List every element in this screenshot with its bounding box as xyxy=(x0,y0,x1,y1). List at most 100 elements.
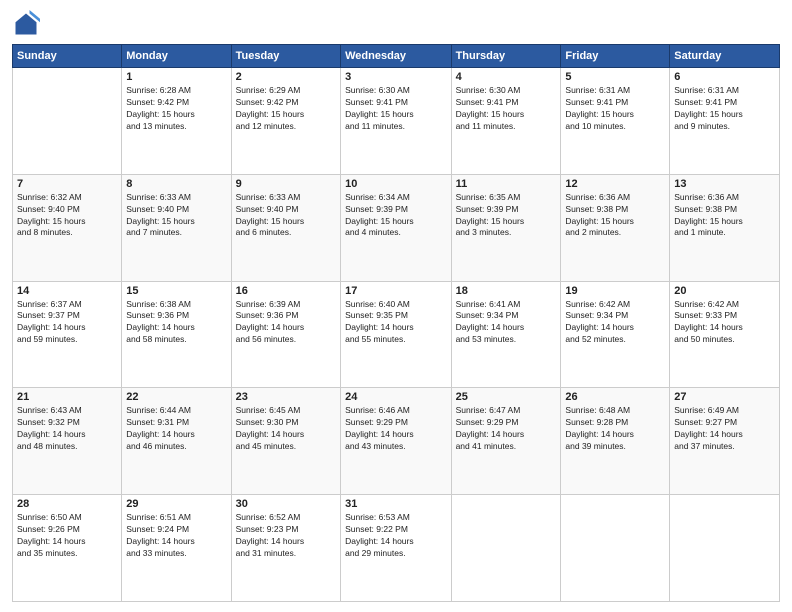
cell-content: Sunrise: 6:40 AM Sunset: 9:35 PM Dayligh… xyxy=(345,299,446,347)
column-header-sunday: Sunday xyxy=(13,45,122,68)
cell-content: Sunrise: 6:36 AM Sunset: 9:38 PM Dayligh… xyxy=(674,192,775,240)
calendar-cell: 12 Sunrise: 6:36 AM Sunset: 9:38 PM Dayli… xyxy=(561,174,670,281)
calendar-cell: 7 Sunrise: 6:32 AM Sunset: 9:40 PM Daylig… xyxy=(13,174,122,281)
logo xyxy=(12,10,44,38)
header xyxy=(12,10,780,38)
day-number: 25 xyxy=(456,391,557,403)
day-number: 2 xyxy=(236,71,336,83)
day-number: 19 xyxy=(565,285,665,297)
cell-content: Sunrise: 6:31 AM Sunset: 9:41 PM Dayligh… xyxy=(674,85,775,133)
cell-content: Sunrise: 6:46 AM Sunset: 9:29 PM Dayligh… xyxy=(345,405,446,453)
day-number: 10 xyxy=(345,178,446,190)
cell-content: Sunrise: 6:36 AM Sunset: 9:38 PM Dayligh… xyxy=(565,192,665,240)
calendar-cell: 25 Sunrise: 6:47 AM Sunset: 9:29 PM Dayli… xyxy=(451,388,561,495)
day-number: 30 xyxy=(236,498,336,510)
day-number: 20 xyxy=(674,285,775,297)
day-number: 1 xyxy=(126,71,226,83)
day-number: 13 xyxy=(674,178,775,190)
cell-content: Sunrise: 6:37 AM Sunset: 9:37 PM Dayligh… xyxy=(17,299,117,347)
day-number: 12 xyxy=(565,178,665,190)
calendar-week-row: 7 Sunrise: 6:32 AM Sunset: 9:40 PM Daylig… xyxy=(13,174,780,281)
day-number: 27 xyxy=(674,391,775,403)
cell-content: Sunrise: 6:48 AM Sunset: 9:28 PM Dayligh… xyxy=(565,405,665,453)
cell-content: Sunrise: 6:28 AM Sunset: 9:42 PM Dayligh… xyxy=(126,85,226,133)
calendar-cell xyxy=(451,495,561,602)
column-header-monday: Monday xyxy=(122,45,231,68)
cell-content: Sunrise: 6:52 AM Sunset: 9:23 PM Dayligh… xyxy=(236,512,336,560)
calendar-cell: 31Sunrise: 6:53 AM Sunset: 9:22 PM Dayli… xyxy=(341,495,451,602)
cell-content: Sunrise: 6:34 AM Sunset: 9:39 PM Dayligh… xyxy=(345,192,446,240)
calendar-cell: 14 Sunrise: 6:37 AM Sunset: 9:37 PM Dayli… xyxy=(13,281,122,388)
calendar-cell: 9 Sunrise: 6:33 AM Sunset: 9:40 PM Daylig… xyxy=(231,174,340,281)
calendar-header-row: SundayMondayTuesdayWednesdayThursdayFrid… xyxy=(13,45,780,68)
calendar-cell: 13 Sunrise: 6:36 AM Sunset: 9:38 PM Dayli… xyxy=(670,174,780,281)
calendar-cell: 16 Sunrise: 6:39 AM Sunset: 9:36 PM Dayli… xyxy=(231,281,340,388)
cell-content: Sunrise: 6:32 AM Sunset: 9:40 PM Dayligh… xyxy=(17,192,117,240)
calendar-cell xyxy=(13,68,122,175)
day-number: 28 xyxy=(17,498,117,510)
calendar-cell: 24 Sunrise: 6:46 AM Sunset: 9:29 PM Dayli… xyxy=(341,388,451,495)
cell-content: Sunrise: 6:39 AM Sunset: 9:36 PM Dayligh… xyxy=(236,299,336,347)
calendar-cell: 2 Sunrise: 6:29 AM Sunset: 9:42 PM Daylig… xyxy=(231,68,340,175)
cell-content: Sunrise: 6:33 AM Sunset: 9:40 PM Dayligh… xyxy=(236,192,336,240)
cell-content: Sunrise: 6:31 AM Sunset: 9:41 PM Dayligh… xyxy=(565,85,665,133)
day-number: 29 xyxy=(126,498,226,510)
calendar-page: SundayMondayTuesdayWednesdayThursdayFrid… xyxy=(0,0,792,612)
calendar-cell: 6Sunrise: 6:31 AM Sunset: 9:41 PM Daylig… xyxy=(670,68,780,175)
cell-content: Sunrise: 6:47 AM Sunset: 9:29 PM Dayligh… xyxy=(456,405,557,453)
calendar-cell: 18Sunrise: 6:41 AM Sunset: 9:34 PM Dayli… xyxy=(451,281,561,388)
cell-content: Sunrise: 6:30 AM Sunset: 9:41 PM Dayligh… xyxy=(456,85,557,133)
calendar-cell: 17Sunrise: 6:40 AM Sunset: 9:35 PM Dayli… xyxy=(341,281,451,388)
day-number: 18 xyxy=(456,285,557,297)
day-number: 22 xyxy=(126,391,226,403)
logo-icon xyxy=(12,10,40,38)
calendar-cell: 30 Sunrise: 6:52 AM Sunset: 9:23 PM Dayli… xyxy=(231,495,340,602)
calendar-week-row: 1 Sunrise: 6:28 AM Sunset: 9:42 PM Daylig… xyxy=(13,68,780,175)
day-number: 16 xyxy=(236,285,336,297)
day-number: 23 xyxy=(236,391,336,403)
day-number: 26 xyxy=(565,391,665,403)
calendar-week-row: 14 Sunrise: 6:37 AM Sunset: 9:37 PM Dayli… xyxy=(13,281,780,388)
calendar-cell: 11 Sunrise: 6:35 AM Sunset: 9:39 PM Dayli… xyxy=(451,174,561,281)
cell-content: Sunrise: 6:29 AM Sunset: 9:42 PM Dayligh… xyxy=(236,85,336,133)
calendar-cell: 28 Sunrise: 6:50 AM Sunset: 9:26 PM Dayli… xyxy=(13,495,122,602)
cell-content: Sunrise: 6:51 AM Sunset: 9:24 PM Dayligh… xyxy=(126,512,226,560)
cell-content: Sunrise: 6:50 AM Sunset: 9:26 PM Dayligh… xyxy=(17,512,117,560)
calendar-cell: 26 Sunrise: 6:48 AM Sunset: 9:28 PM Dayli… xyxy=(561,388,670,495)
calendar-cell: 15 Sunrise: 6:38 AM Sunset: 9:36 PM Dayli… xyxy=(122,281,231,388)
cell-content: Sunrise: 6:53 AM Sunset: 9:22 PM Dayligh… xyxy=(345,512,446,560)
column-header-thursday: Thursday xyxy=(451,45,561,68)
calendar-cell: 20 Sunrise: 6:42 AM Sunset: 9:33 PM Dayli… xyxy=(670,281,780,388)
day-number: 8 xyxy=(126,178,226,190)
cell-content: Sunrise: 6:42 AM Sunset: 9:33 PM Dayligh… xyxy=(674,299,775,347)
calendar-cell: 4Sunrise: 6:30 AM Sunset: 9:41 PM Daylig… xyxy=(451,68,561,175)
calendar-table: SundayMondayTuesdayWednesdayThursdayFrid… xyxy=(12,44,780,602)
calendar-cell: 27Sunrise: 6:49 AM Sunset: 9:27 PM Dayli… xyxy=(670,388,780,495)
cell-content: Sunrise: 6:38 AM Sunset: 9:36 PM Dayligh… xyxy=(126,299,226,347)
calendar-cell: 1 Sunrise: 6:28 AM Sunset: 9:42 PM Daylig… xyxy=(122,68,231,175)
calendar-cell: 3 Sunrise: 6:30 AM Sunset: 9:41 PM Daylig… xyxy=(341,68,451,175)
column-header-wednesday: Wednesday xyxy=(341,45,451,68)
cell-content: Sunrise: 6:33 AM Sunset: 9:40 PM Dayligh… xyxy=(126,192,226,240)
calendar-cell: 21Sunrise: 6:43 AM Sunset: 9:32 PM Dayli… xyxy=(13,388,122,495)
day-number: 14 xyxy=(17,285,117,297)
calendar-cell xyxy=(670,495,780,602)
calendar-cell: 22Sunrise: 6:44 AM Sunset: 9:31 PM Dayli… xyxy=(122,388,231,495)
day-number: 21 xyxy=(17,391,117,403)
day-number: 9 xyxy=(236,178,336,190)
day-number: 7 xyxy=(17,178,117,190)
calendar-week-row: 21Sunrise: 6:43 AM Sunset: 9:32 PM Dayli… xyxy=(13,388,780,495)
day-number: 11 xyxy=(456,178,557,190)
calendar-cell: 8 Sunrise: 6:33 AM Sunset: 9:40 PM Daylig… xyxy=(122,174,231,281)
day-number: 24 xyxy=(345,391,446,403)
calendar-week-row: 28 Sunrise: 6:50 AM Sunset: 9:26 PM Dayli… xyxy=(13,495,780,602)
cell-content: Sunrise: 6:42 AM Sunset: 9:34 PM Dayligh… xyxy=(565,299,665,347)
day-number: 5 xyxy=(565,71,665,83)
day-number: 3 xyxy=(345,71,446,83)
column-header-friday: Friday xyxy=(561,45,670,68)
cell-content: Sunrise: 6:30 AM Sunset: 9:41 PM Dayligh… xyxy=(345,85,446,133)
column-header-saturday: Saturday xyxy=(670,45,780,68)
day-number: 15 xyxy=(126,285,226,297)
cell-content: Sunrise: 6:35 AM Sunset: 9:39 PM Dayligh… xyxy=(456,192,557,240)
calendar-cell xyxy=(561,495,670,602)
